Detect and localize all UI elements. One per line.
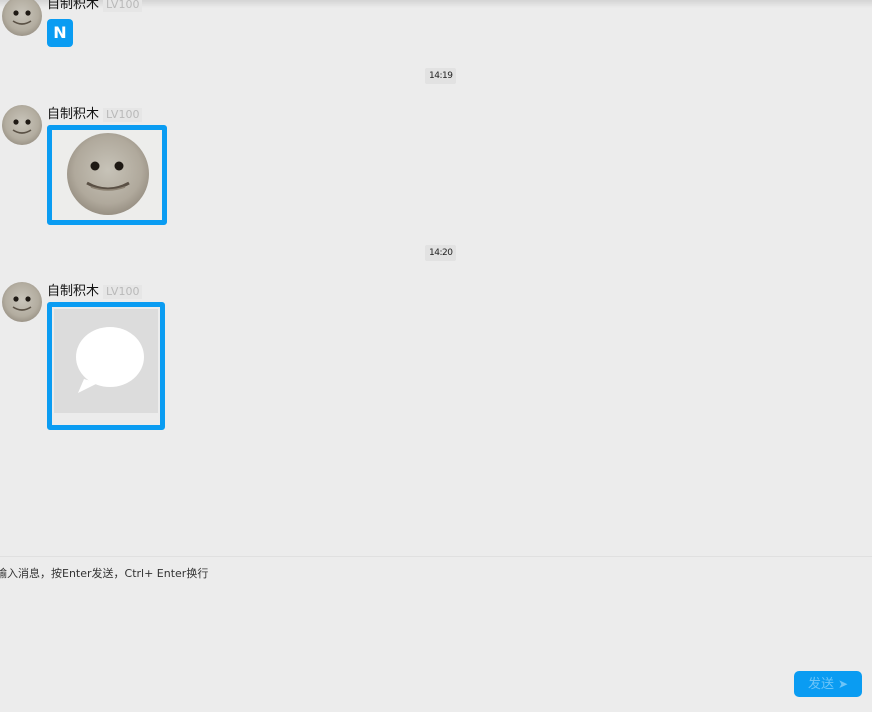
sender-name: 自制积木 LV100 (47, 107, 143, 123)
smiley-face-icon (12, 119, 32, 134)
sender-name-text: 自制积木 (47, 284, 100, 299)
image-message-bubble[interactable] (47, 125, 167, 225)
avatar[interactable] (2, 282, 42, 322)
avatar[interactable] (2, 105, 42, 145)
timestamp: 14:19 (425, 68, 457, 84)
image-message-bubble[interactable] (47, 302, 165, 430)
sender-name-text: 自制积木 (47, 107, 100, 122)
sender-name: 自制积木 LV100 (47, 0, 143, 13)
chat-bubble-icon (76, 327, 144, 393)
smiley-face-icon (86, 161, 130, 191)
level-badge: LV100 (103, 108, 143, 122)
send-button-label: 发送 (807, 677, 834, 692)
smiley-face-icon (12, 10, 32, 25)
level-badge: LV100 (103, 285, 143, 299)
chat-bubble-icon-image (54, 309, 158, 413)
message-list[interactable]: 自制积木 LV100 N 14:19 自制积木 LV100 14:20 自制积木… (0, 0, 872, 556)
send-button[interactable]: 发送 ➤ (794, 671, 862, 697)
timestamp: 14:20 (425, 245, 457, 261)
avatar[interactable] (2, 0, 42, 36)
send-arrow-icon: ➤ (837, 677, 849, 691)
level-badge: LV100 (103, 0, 143, 12)
message-input[interactable] (0, 557, 856, 665)
sender-name: 自制积木 LV100 (47, 284, 143, 300)
smiley-face-icon (12, 296, 32, 311)
text-message-bubble[interactable]: N (47, 19, 73, 47)
sender-name-text: 自制积木 (47, 0, 100, 12)
smiley-face-image (67, 133, 149, 215)
message-composer: 发送➤ (0, 557, 872, 712)
